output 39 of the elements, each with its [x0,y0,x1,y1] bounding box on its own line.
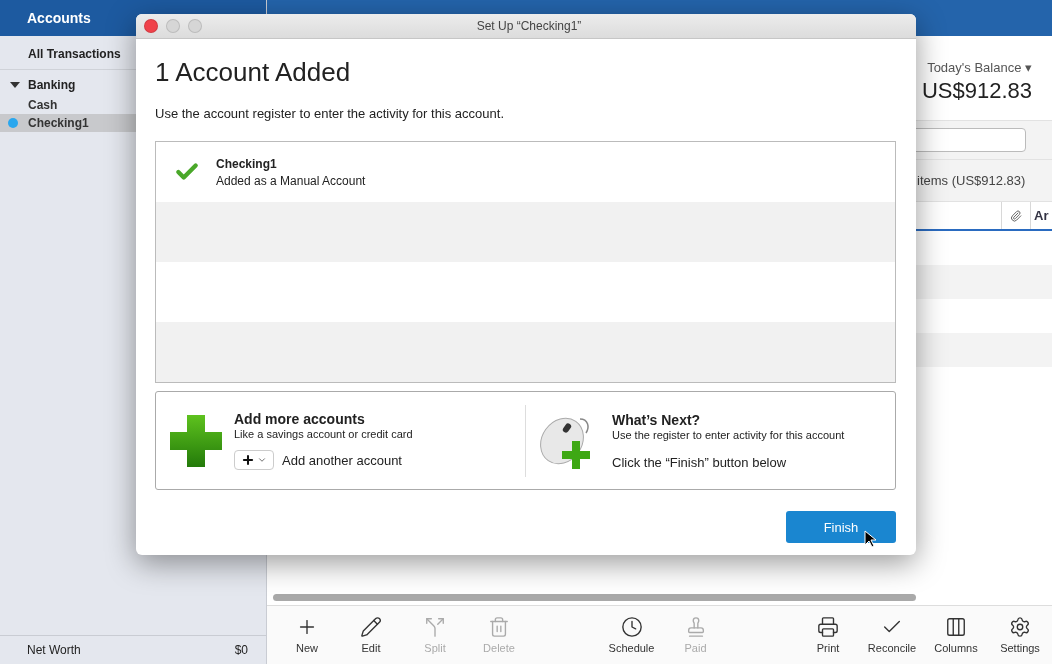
toolbar-button[interactable]: Reconcile [860,606,924,664]
net-worth-label: Net Worth [27,643,81,657]
finish-button[interactable]: Finish [786,511,896,543]
next-title: What’s Next? [612,411,702,428]
next-hint: Click the “Finish” button below [612,454,788,470]
plus-icon [170,412,222,469]
gear-icon [1009,616,1031,638]
toolbar-button[interactable]: Print [796,606,860,664]
balance-amount: US$912.83 [921,78,1032,104]
column-header[interactable]: Ar [1030,202,1052,229]
split-icon [424,616,446,638]
add-account-label: Add another account [282,452,402,468]
disclosure-icon[interactable] [10,82,20,88]
next-subtitle: Use the register to enter activity for this account [612,428,845,441]
toolbar-button[interactable]: Columns [924,606,988,664]
sidebar-group[interactable]: Banking [28,78,76,92]
clock-icon [620,616,643,638]
add-account-button[interactable] [234,450,274,470]
add-more-subtitle: Like a savings account or credit card [234,428,413,440]
chevron-down-icon [257,455,267,465]
toolbar-button[interactable]: Schedule [599,606,664,664]
net-worth-value: $0 [234,643,248,657]
toolbar-button[interactable]: New [275,606,339,664]
cursor-icon [864,530,876,548]
scrollbar[interactable] [273,593,916,601]
trash-icon [488,616,510,638]
close-button[interactable] [144,19,158,33]
add-more-title: Add more accounts [234,411,366,427]
zoom-button[interactable] [188,19,202,33]
plus-icon [241,453,255,467]
balance-label[interactable]: Today's Balance ▾ [927,60,1032,75]
printer-icon [817,616,839,638]
columns-icon [945,616,967,638]
pencil-icon [360,616,382,638]
paperclip-icon [1010,209,1022,222]
dialog-title: Set Up “Checking1” [476,19,583,33]
minimize-button[interactable] [166,19,180,33]
toolbar-button[interactable]: Settings [988,606,1052,664]
toolbar-button[interactable]: Edit [339,606,403,664]
